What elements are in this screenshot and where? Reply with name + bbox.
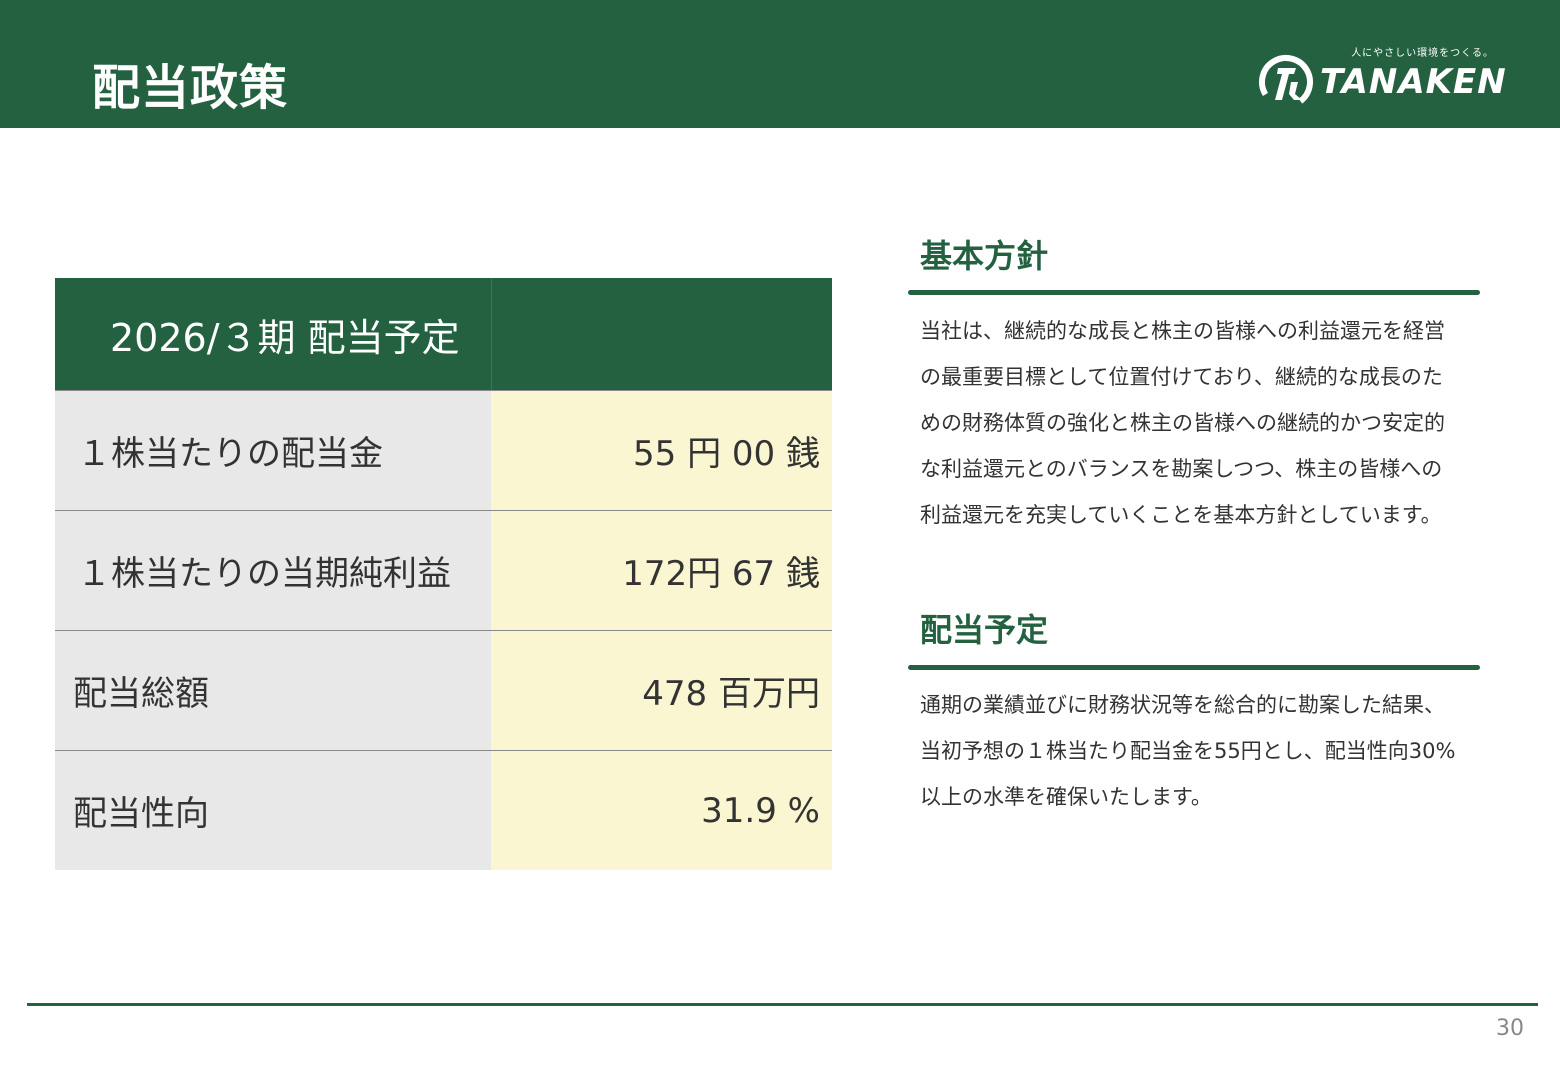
page-title: 配当政策: [92, 60, 289, 116]
dividend-plan-title: 配当予定: [920, 611, 1049, 649]
row-label: 配当総額: [55, 631, 491, 750]
table-row: 配当総額 478 百万円: [55, 630, 832, 750]
basic-policy-title: 基本方針: [920, 237, 1049, 275]
table-header-label: 2026/３期 配当予定: [55, 278, 491, 390]
table-header: 2026/３期 配当予定: [55, 278, 832, 390]
dividend-plan-divider: [908, 665, 1480, 670]
dividend-plan-text: 通期の業績並びに財務状況等を総合的に勘案した結果、当初予想の１株当たり配当金を5…: [920, 693, 1456, 809]
row-label: １株当たりの当期純利益: [55, 511, 491, 630]
header-bar: 配当政策 人にやさしい環境をつくる。 TANAKEN: [0, 0, 1560, 128]
row-value: 172円 67 銭: [491, 511, 832, 630]
logo-wordmark: TANAKEN: [1320, 62, 1507, 102]
basic-policy-divider: [908, 290, 1480, 295]
basic-policy-text: 当社は、継続的な成長と株主の皆様への利益還元を経営の最重要目標として位置付けてお…: [920, 319, 1445, 527]
tanaken-logo-icon: [1259, 55, 1313, 109]
page-number: 30: [1496, 1016, 1524, 1041]
dividend-table: 2026/３期 配当予定 １株当たりの配当金 55 円 00 銭 １株当たりの当…: [55, 278, 832, 870]
logo-tagline: 人にやさしい環境をつくる。: [1351, 48, 1494, 59]
table-row: １株当たりの配当金 55 円 00 銭: [55, 390, 832, 510]
row-label: １株当たりの配当金: [55, 391, 491, 510]
row-value: 31.9 %: [491, 751, 832, 870]
row-label: 配当性向: [55, 751, 491, 870]
company-logo: 人にやさしい環境をつくる。 TANAKEN: [1258, 44, 1520, 114]
row-value: 55 円 00 銭: [491, 391, 832, 510]
row-value: 478 百万円: [491, 631, 832, 750]
table-row: 配当性向 31.9 %: [55, 750, 832, 870]
table-row: １株当たりの当期純利益 172円 67 銭: [55, 510, 832, 630]
table-header-blank: [491, 278, 832, 390]
footer-divider: [27, 1003, 1538, 1006]
